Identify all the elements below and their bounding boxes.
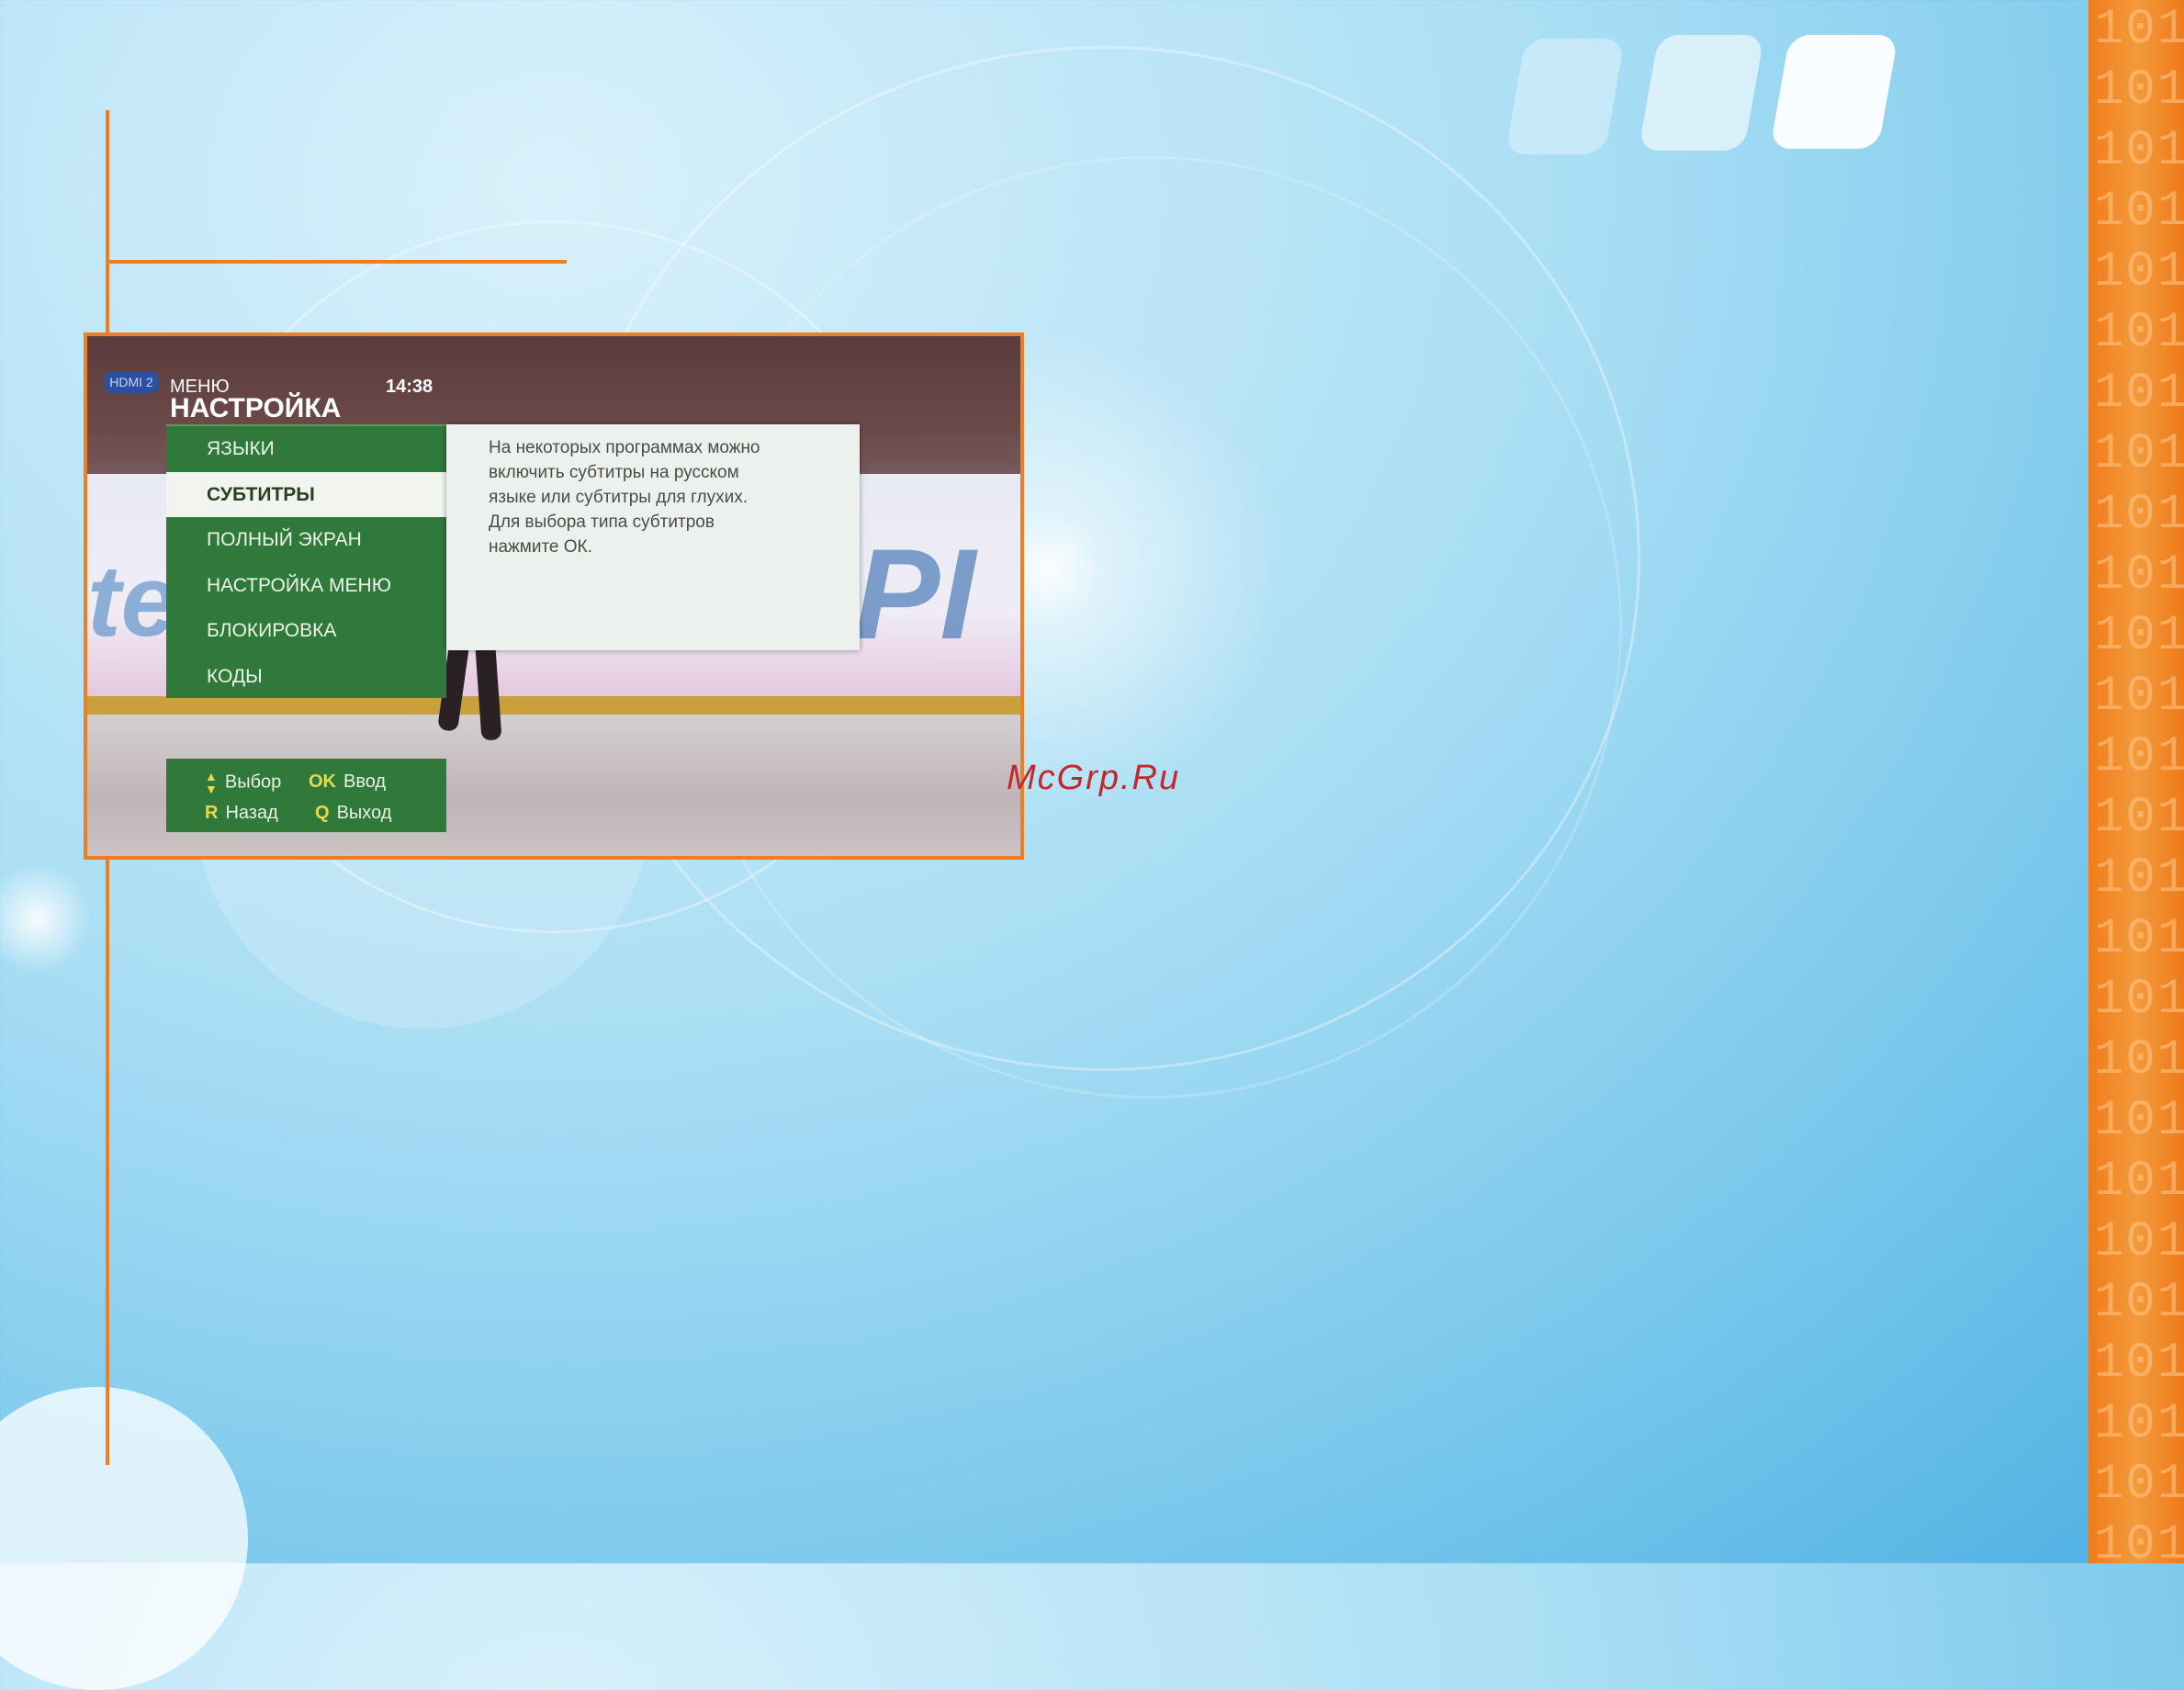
help-exit: Q Выход: [315, 803, 391, 824]
binary-digit-row: 101: [2094, 62, 2184, 118]
binary-digit-row: 101: [2094, 426, 2184, 482]
menu-item-menu-settings[interactable]: НАСТРОЙКА МЕНЮ: [166, 563, 446, 609]
binary-digit-row: 101: [2094, 851, 2184, 907]
description-line: включить субтитры на русском: [489, 463, 739, 482]
binary-digit-row: 101: [2094, 1517, 2184, 1563]
binary-digit-row: 101: [2094, 2, 2184, 58]
binary-digit-row: 101: [2094, 790, 2184, 846]
back-key: R: [205, 803, 219, 823]
decor-tile: [1638, 35, 1765, 151]
up-down-arrows-icon: ▲ ▼: [205, 769, 218, 796]
decor-tile: [1770, 35, 1898, 149]
binary-digit-row: 101: [2094, 366, 2184, 422]
binary-digit-row: 101: [2094, 972, 2184, 1028]
tv-screenshot: te PI HDMI 2 МЕНЮ НАСТРОЙКА 14:38 ЯЗЫКИ …: [84, 332, 1024, 860]
input-source-badge: HDMI 2: [104, 371, 159, 393]
binary-digit-row: 101: [2094, 244, 2184, 300]
binary-digit-row: 101: [2094, 608, 2184, 664]
background-disk: [0, 1387, 248, 1690]
binary-digit-row: 101: [2094, 669, 2184, 725]
remote-help-bar: ▲ ▼ Выбор OK Ввод R Назад Q Выход: [166, 759, 446, 832]
menu-item-codes[interactable]: КОДЫ: [166, 654, 446, 700]
subtitles-description-panel: На некоторых программах можно включить с…: [446, 424, 860, 650]
binary-orange-strip: 101 101 101 101 101 101 101 101 101 101 101 101 101 1…: [2088, 0, 2184, 1563]
menu-title: НАСТРОЙКА: [170, 393, 342, 423]
description-line: На некоторых программах можно: [489, 438, 760, 457]
binary-digit-row: 101: [2094, 1214, 2184, 1270]
binary-digit-row: 101: [2094, 123, 2184, 179]
binary-digit-row: 101: [2094, 1335, 2184, 1391]
site-watermark: McGrp.Ru: [1007, 759, 1181, 797]
binary-digit-row: 101: [2094, 1396, 2184, 1452]
binary-digit-row: 101: [2094, 547, 2184, 603]
binary-digit-row: 101: [2094, 305, 2184, 361]
description-line: Для выбора типа субтитров: [489, 513, 715, 532]
rink-logo-left: te: [87, 545, 177, 658]
orange-horizontal-rule: [106, 260, 567, 264]
help-back: R Назад: [205, 803, 278, 824]
help-ok-label: Ввод: [343, 772, 387, 792]
binary-digit-row: 101: [2094, 729, 2184, 785]
binary-digit-row: 101: [2094, 1457, 2184, 1513]
binary-digit-row: 101: [2094, 1093, 2184, 1149]
help-back-label: Назад: [225, 803, 278, 823]
description-line: языке или субтитры для глухих.: [489, 488, 748, 507]
binary-digit-row: 101: [2094, 1154, 2184, 1210]
binary-digit-row: 101: [2094, 487, 2184, 543]
menu-item-subtitles[interactable]: СУБТИТРЫ: [166, 471, 446, 517]
menu-item-languages[interactable]: ЯЗЫКИ: [166, 426, 446, 472]
menu-item-lock[interactable]: БЛОКИРОВКА: [166, 608, 446, 654]
decor-tile: [1504, 39, 1626, 154]
binary-digit-row: 101: [2094, 1275, 2184, 1331]
menu-item-full-screen[interactable]: ПОЛНЫЙ ЭКРАН: [166, 517, 446, 563]
rink-logo-right: PI: [854, 522, 976, 666]
settings-menu-list: ЯЗЫКИ СУБТИТРЫ ПОЛНЫЙ ЭКРАН НАСТРОЙКА МЕ…: [166, 424, 446, 698]
help-ok: OK Ввод: [309, 772, 386, 793]
binary-digit-row: 101: [2094, 1032, 2184, 1088]
binary-digit-row: 101: [2094, 911, 2184, 967]
ok-key: OK: [309, 772, 336, 792]
description-line: нажмите ОК.: [489, 537, 592, 557]
help-exit-label: Выход: [336, 803, 392, 823]
help-select: ▲ ▼ Выбор: [205, 770, 281, 795]
exit-key: Q: [315, 803, 330, 823]
binary-digit-row: 101: [2094, 184, 2184, 240]
rink-stripe: [87, 696, 1020, 715]
clock-time: 14:38: [386, 377, 433, 397]
help-select-label: Выбор: [224, 772, 282, 793]
